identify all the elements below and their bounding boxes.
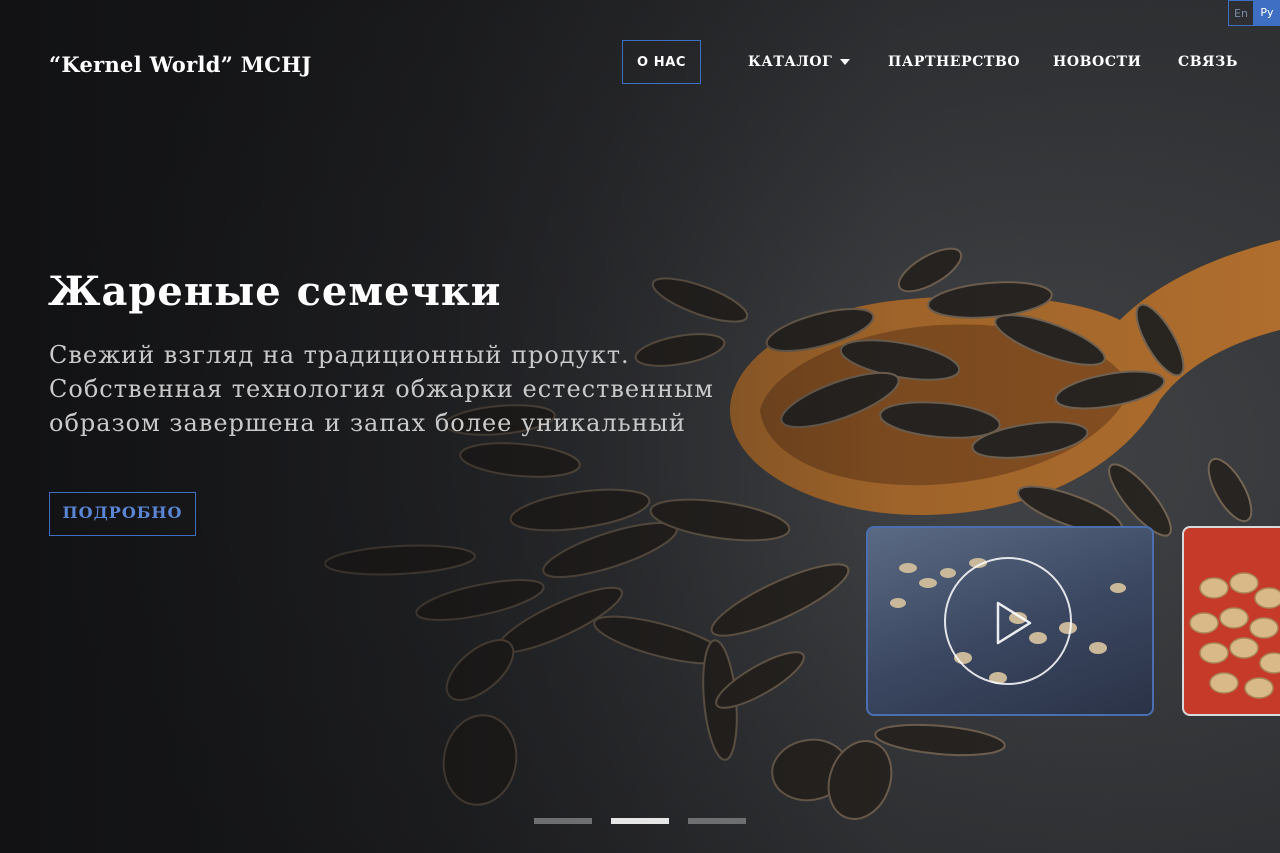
pistachio-image bbox=[1189, 572, 1280, 699]
nav-item-catalog[interactable]: КАТАЛОГ bbox=[748, 40, 851, 84]
lang-en-button[interactable]: En bbox=[1228, 0, 1254, 26]
nav-item-partnership[interactable]: ПАРТНЕРСТВО bbox=[888, 40, 1020, 84]
lang-ru-button[interactable]: Ру bbox=[1254, 0, 1280, 26]
hero-title: Жареные семечки bbox=[48, 268, 502, 315]
play-icon[interactable] bbox=[944, 557, 1072, 685]
caret-down-icon bbox=[840, 59, 851, 65]
language-switcher: En Ру bbox=[1228, 0, 1280, 26]
slider-indicators bbox=[534, 818, 746, 824]
main-nav: О НАС КАТАЛОГ ПАРТНЕРСТВО НОВОСТИ СВЯЗЬ bbox=[0, 40, 1280, 84]
nav-item-about[interactable]: О НАС bbox=[622, 40, 701, 84]
nav-item-news[interactable]: НОВОСТИ bbox=[1053, 40, 1141, 84]
nav-catalog-label: КАТАЛОГ bbox=[748, 54, 833, 70]
more-button[interactable]: ПОДРОБНО bbox=[49, 492, 196, 536]
slider-dot-2[interactable] bbox=[611, 818, 669, 824]
hero-description: Свежий взгляд на традиционный продукт. С… bbox=[49, 341, 714, 437]
nav-item-contact[interactable]: СВЯЗЬ bbox=[1178, 40, 1238, 84]
pistachio-thumbnail[interactable] bbox=[1182, 526, 1280, 716]
slider-dot-1[interactable] bbox=[534, 818, 592, 824]
video-thumbnail[interactable] bbox=[866, 526, 1154, 716]
slider-dot-3[interactable] bbox=[688, 818, 746, 824]
